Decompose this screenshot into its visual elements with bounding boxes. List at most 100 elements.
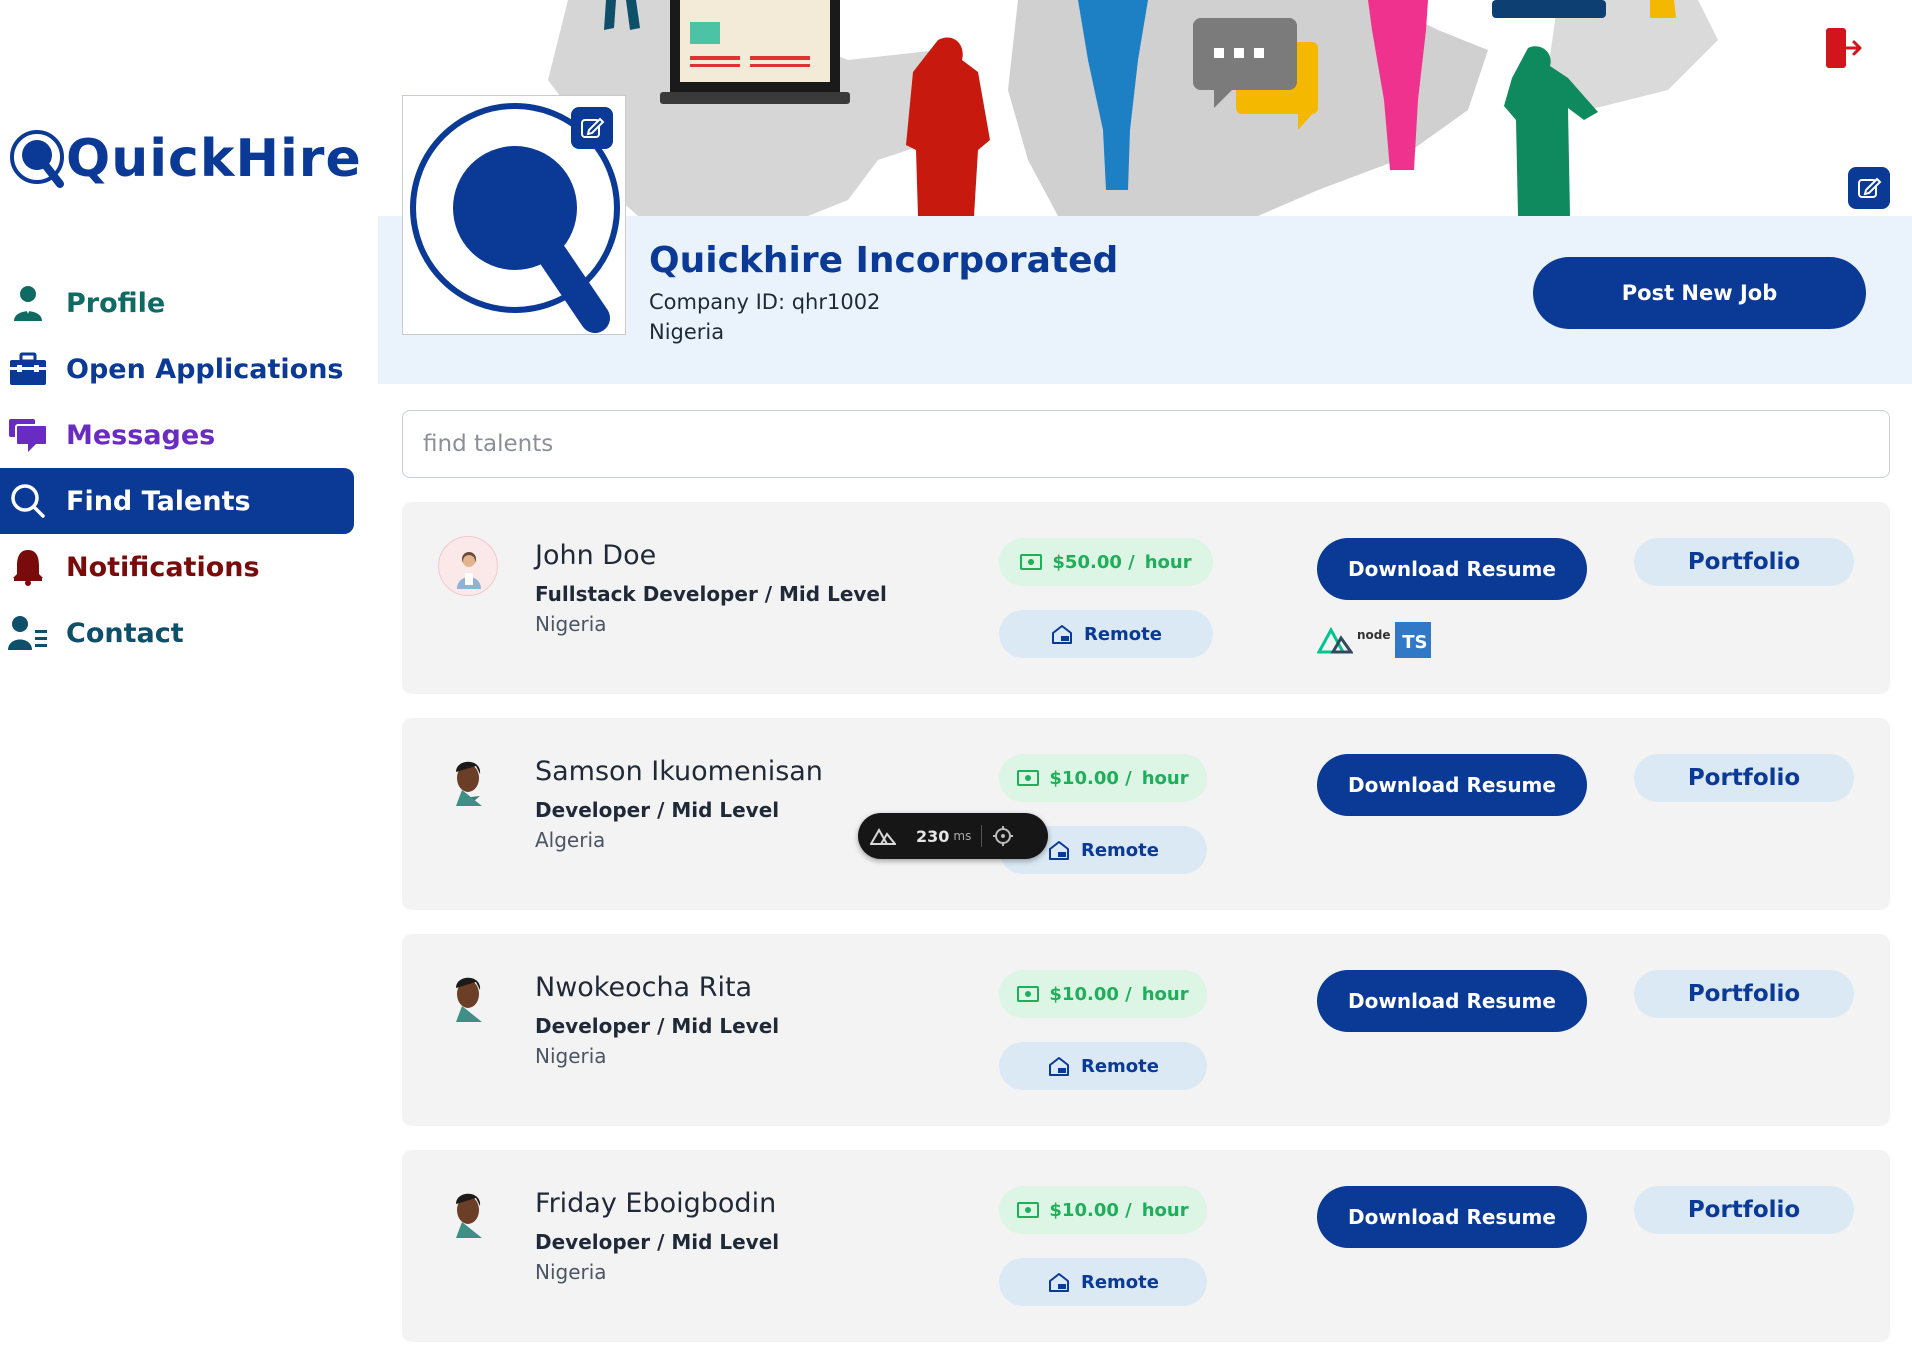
post-new-job-button[interactable]: Post New Job [1533,257,1866,329]
avatar [438,1184,498,1244]
devtools-performance-pill[interactable]: 230 ms [858,813,1048,859]
nuxt-devtools-icon [870,827,896,845]
company-name: Quickhire Incorporated [649,240,1119,281]
talent-name[interactable]: Nwokeocha Rita [535,972,752,1003]
talent-role: Developer / Mid Level [535,1230,780,1254]
talent-card: Friday Eboigbodin Developer / Mid Level … [402,1150,1890,1342]
talent-role: Developer / Mid Level [535,798,780,822]
home-icon [1048,1273,1069,1292]
search-icon [8,481,48,521]
chat-icon [8,415,48,455]
logout-button[interactable] [1824,26,1864,70]
download-resume-button[interactable]: Download Resume [1317,1186,1587,1248]
talent-country: Algeria [535,828,606,852]
cash-icon [1020,554,1043,570]
sidebar-item-label: Messages [66,419,216,451]
cash-icon [1017,986,1040,1002]
brand-name: QuickHire [66,129,362,189]
hourly-rate-badge: $10.00 / hour [999,1186,1207,1234]
sidebar-item-notifications[interactable]: Notifications [0,534,354,600]
portfolio-button[interactable]: Portfolio [1634,754,1854,802]
rate-unit: hour [1141,767,1189,789]
sidebar-item-label: Contact [66,617,184,649]
skill-icons: node TS [1317,622,1431,658]
cash-icon [1017,1202,1040,1218]
brand-logo[interactable]: QuickHire [8,128,362,190]
rate-unit: hour [1144,551,1192,573]
portfolio-button[interactable]: Portfolio [1634,1186,1854,1234]
download-resume-button[interactable]: Download Resume [1317,970,1587,1032]
person-avatar-icon [456,977,482,1022]
talent-name[interactable]: Friday Eboigbodin [535,1188,776,1219]
work-mode-badge: Remote [999,1258,1207,1306]
avatar [438,536,498,596]
talent-card: John Doe Fullstack Developer / Mid Level… [402,502,1890,694]
talent-country: Nigeria [535,612,607,636]
avatar [438,968,498,1028]
rate-unit: hour [1141,983,1189,1005]
edit-banner-button[interactable] [1848,167,1890,209]
work-mode-label: Remote [1080,1271,1159,1293]
briefcase-icon [8,349,48,389]
company-id: Company ID: qhr1002 [649,290,881,314]
sidebar-item-label: Notifications [66,551,260,583]
home-icon [1051,625,1072,644]
typescript-icon: TS [1394,622,1431,658]
work-mode-badge: Remote [999,1042,1207,1090]
person-avatar-icon [457,552,481,589]
talent-country: Nigeria [535,1260,607,1284]
logout-icon [1826,28,1862,68]
divider [981,825,983,847]
talent-country: Nigeria [535,1044,607,1068]
work-mode-label: Remote [1080,1055,1159,1077]
avatar [438,752,498,812]
home-icon [1048,841,1069,860]
sidebar-item-contact[interactable]: Contact [0,600,354,666]
talent-role: Fullstack Developer / Mid Level [535,582,887,606]
rate-value: $10.00 / [1049,983,1132,1005]
portfolio-button[interactable]: Portfolio [1634,970,1854,1018]
sidebar-nav: Profile Open Applications Messages Find … [0,270,354,666]
talent-name[interactable]: Samson Ikuomenisan [535,756,823,787]
talent-card: Nwokeocha Rita Developer / Mid Level Nig… [402,934,1890,1126]
edit-logo-button[interactable] [571,107,613,149]
bell-icon [8,547,48,587]
company-country: Nigeria [649,320,725,344]
person-avatar-icon [456,761,482,806]
sidebar-item-label: Open Applications [66,353,344,385]
edit-icon [1858,177,1882,198]
hourly-rate-badge: $50.00 / hour [999,538,1213,586]
sidebar: QuickHire Profile Open Applications Mess… [0,0,378,1346]
user-icon [8,283,48,323]
app-root: QuickHire Profile Open Applications Mess… [0,0,1912,1346]
talent-card: Samson Ikuomenisan Developer / Mid Level… [402,718,1890,910]
download-resume-button[interactable]: Download Resume [1317,538,1587,600]
contact-list-icon [8,613,48,653]
rate-value: $10.00 / [1049,1199,1132,1221]
home-icon [1048,1057,1069,1076]
portfolio-button[interactable]: Portfolio [1634,538,1854,586]
logo-q-icon [10,130,64,188]
sidebar-item-open-applications[interactable]: Open Applications [0,336,354,402]
download-resume-button[interactable]: Download Resume [1317,754,1587,816]
render-time-unit: ms [953,829,972,843]
crosshair-icon[interactable] [992,825,1014,847]
sidebar-item-label: Profile [66,287,166,319]
rate-value: $50.00 / [1052,551,1135,573]
hourly-rate-badge: $10.00 / hour [999,970,1207,1018]
sidebar-item-label: Find Talents [66,485,251,517]
cash-icon [1017,770,1040,786]
search-input[interactable] [402,410,1890,478]
person-avatar-icon [456,1193,482,1238]
sidebar-item-profile[interactable]: Profile [0,270,354,336]
talent-role: Developer / Mid Level [535,1014,780,1038]
talent-name[interactable]: John Doe [535,540,656,571]
render-time-value: 230 [916,826,950,846]
sidebar-item-find-talents[interactable]: Find Talents [0,468,354,534]
sidebar-item-messages[interactable]: Messages [0,402,354,468]
work-mode-label: Remote [1080,839,1159,861]
nuxt-icon [1317,626,1353,654]
node-icon: node [1357,628,1391,642]
hourly-rate-badge: $10.00 / hour [999,754,1207,802]
work-mode-badge: Remote [999,610,1213,658]
